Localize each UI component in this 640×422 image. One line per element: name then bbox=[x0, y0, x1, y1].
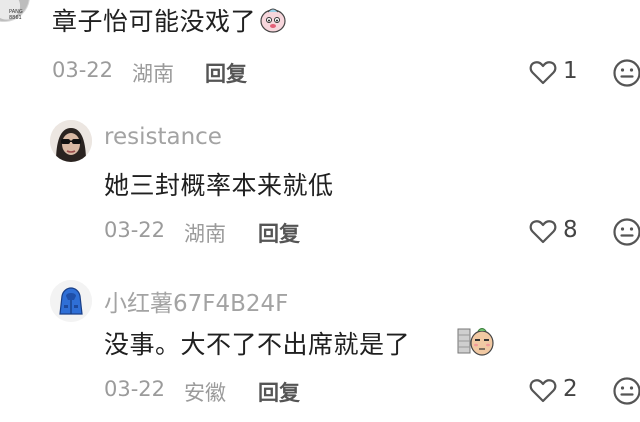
reply-button[interactable]: 回复 bbox=[205, 58, 247, 88]
avatar[interactable]: PANG 8861 bbox=[0, 0, 30, 22]
comment-date: 03-22 bbox=[104, 218, 166, 242]
comment-text: 没事。大不了不出席就是了 bbox=[104, 330, 411, 359]
heart-icon[interactable] bbox=[529, 377, 557, 403]
face-icon[interactable] bbox=[612, 376, 640, 406]
avatar-image bbox=[50, 280, 92, 322]
jacket-avatar[interactable] bbox=[50, 280, 92, 322]
reply-button[interactable]: 回复 bbox=[258, 377, 300, 407]
comment-date: 03-22 bbox=[104, 377, 166, 401]
heart-icon[interactable] bbox=[529, 218, 557, 244]
heart-icon[interactable] bbox=[529, 59, 557, 85]
emoji-sticker-icon bbox=[260, 8, 286, 33]
comment-text: 章子怡可能没戏了 bbox=[52, 7, 257, 36]
comment-text: 她三封概率本来就低 bbox=[104, 171, 334, 200]
username[interactable]: resistance bbox=[104, 124, 222, 150]
like-count: 8 bbox=[563, 217, 578, 243]
avatar-caption: PANG 8861 bbox=[9, 9, 23, 21]
comment-location: 湖南 bbox=[132, 62, 174, 86]
emoji-sticker-icon bbox=[457, 328, 494, 356]
comment-location: 湖南 bbox=[184, 222, 226, 246]
like-count: 1 bbox=[563, 58, 578, 84]
face-icon[interactable] bbox=[612, 58, 640, 88]
sunglasses-avatar[interactable] bbox=[50, 120, 92, 162]
comment-date: 03-22 bbox=[52, 58, 114, 82]
reply-button[interactable]: 回复 bbox=[258, 218, 300, 248]
like-count: 2 bbox=[563, 376, 578, 402]
avatar-image bbox=[50, 120, 92, 162]
comment-location: 安徽 bbox=[184, 381, 226, 405]
face-icon[interactable] bbox=[612, 217, 640, 247]
username[interactable]: 小红薯67F4B24F bbox=[104, 284, 288, 318]
